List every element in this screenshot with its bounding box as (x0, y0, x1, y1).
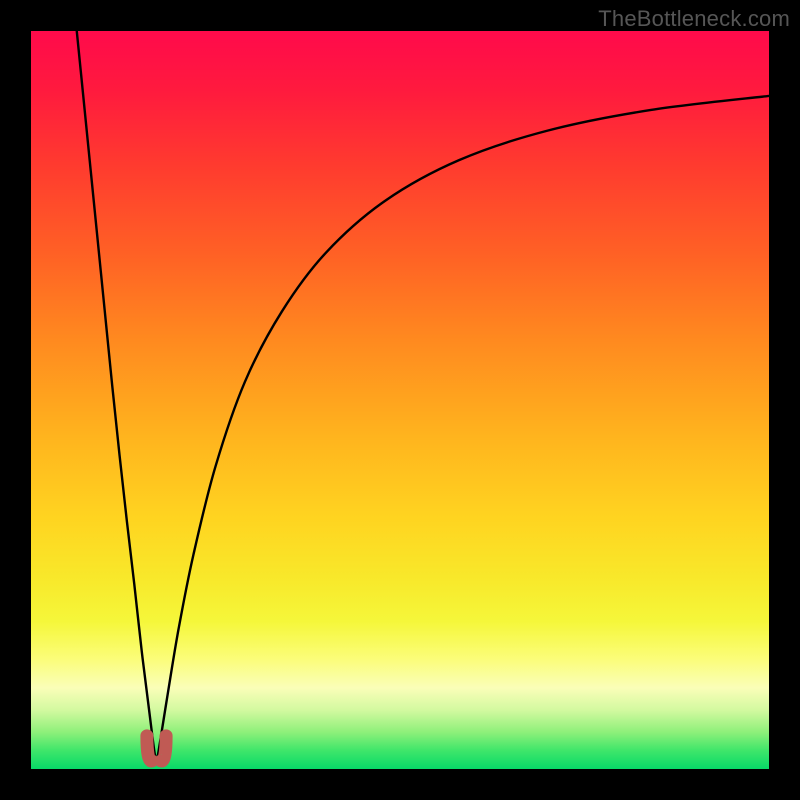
bottleneck-marker-right (161, 736, 166, 761)
chart-frame (31, 31, 769, 769)
bottleneck-marker-left (147, 736, 152, 761)
watermark-text: TheBottleneck.com (598, 6, 790, 32)
bottleneck-chart (31, 31, 769, 769)
